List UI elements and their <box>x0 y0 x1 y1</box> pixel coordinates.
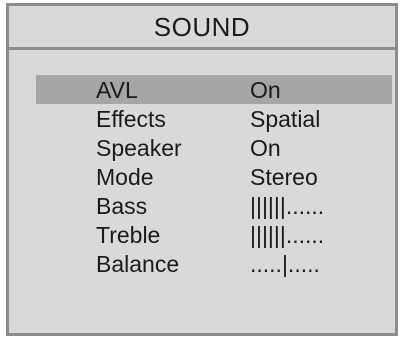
menu-item-label: Mode <box>96 164 154 190</box>
menu-item-avl[interactable]: AVL On <box>36 75 392 104</box>
bass-level-bar: ||||||...... <box>250 193 325 219</box>
menu-item-value: On <box>250 77 281 103</box>
menu-item-label: AVL <box>96 77 138 103</box>
menu-item-label: Speaker <box>96 135 182 161</box>
sound-settings-list: AVL On Effects Spatial Speaker On Mode S… <box>36 75 392 278</box>
menu-title: SOUND <box>9 6 395 50</box>
menu-item-value: Spatial <box>250 106 321 132</box>
menu-item-bass[interactable]: Bass ||||||...... <box>36 191 392 220</box>
menu-item-label: Bass <box>96 193 148 219</box>
menu-item-balance[interactable]: Balance .....|..... <box>36 249 392 278</box>
menu-item-value: Stereo <box>250 164 318 190</box>
menu-item-effects[interactable]: Effects Spatial <box>36 104 392 133</box>
menu-item-speaker[interactable]: Speaker On <box>36 133 392 162</box>
menu-item-value: On <box>250 135 281 161</box>
balance-position-bar: .....|..... <box>250 251 320 277</box>
sound-menu-panel: SOUND AVL On Effects Spatial Speaker On … <box>6 3 398 336</box>
menu-item-treble[interactable]: Treble ||||||...... <box>36 220 392 249</box>
menu-item-label: Effects <box>96 106 166 132</box>
menu-item-label: Treble <box>96 222 161 248</box>
menu-item-label: Balance <box>96 251 180 277</box>
treble-level-bar: ||||||...... <box>250 222 325 248</box>
menu-item-mode[interactable]: Mode Stereo <box>36 162 392 191</box>
